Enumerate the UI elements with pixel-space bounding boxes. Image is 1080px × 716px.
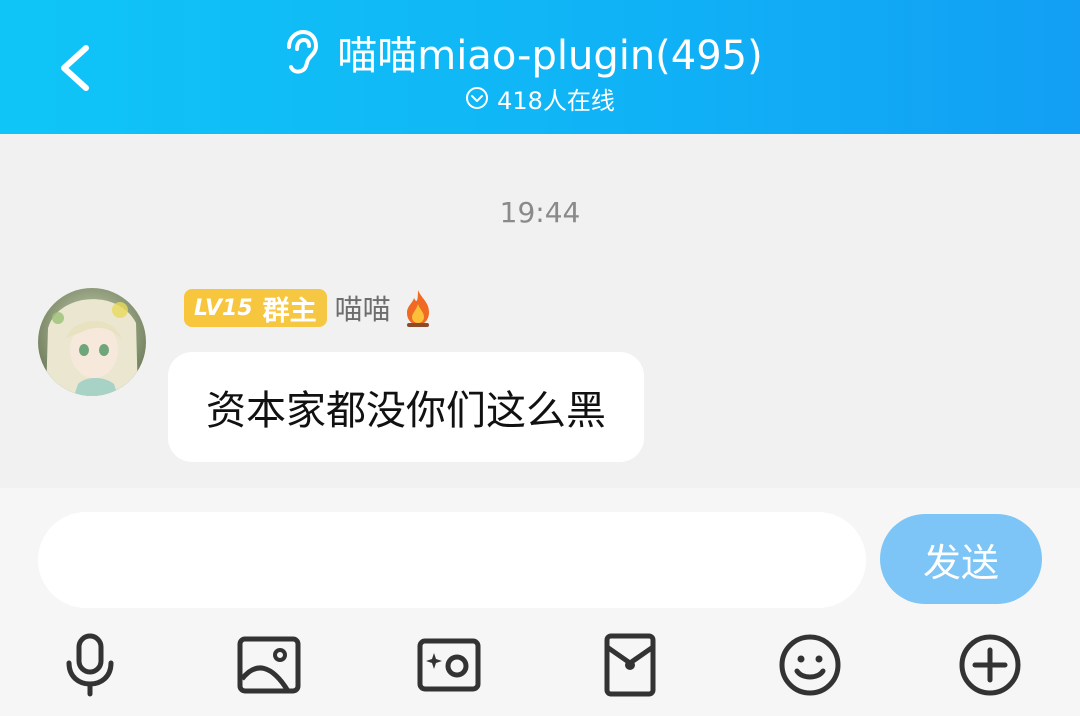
- role-badge: LV15 群主: [184, 289, 327, 327]
- check-circle-icon: [465, 86, 489, 110]
- input-toolbar: [0, 624, 1080, 704]
- microphone-icon: [66, 633, 114, 697]
- plus-icon: [959, 634, 1021, 696]
- badge-level: LV15: [194, 295, 253, 321]
- image-button[interactable]: [234, 630, 304, 700]
- red-packet-button[interactable]: [595, 630, 665, 700]
- message-input[interactable]: [38, 512, 866, 608]
- input-bar: 发送: [0, 488, 1080, 716]
- chat-header: 喵喵miao-plugin(495) 418人在线: [0, 0, 1080, 134]
- online-count: 418人在线: [497, 86, 615, 115]
- message-bubble[interactable]: 资本家都没你们这么黑: [168, 352, 644, 462]
- image-icon: [237, 636, 301, 694]
- message-text: 资本家都没你们这么黑: [206, 388, 606, 434]
- camera-icon: [417, 638, 481, 692]
- badge-role: 群主: [262, 295, 317, 327]
- avatar[interactable]: [38, 288, 146, 396]
- message-list[interactable]: 19:44 LV15 群主 喵喵 资本家都没你们这么黑: [0, 134, 1080, 488]
- title-row: 喵喵miao-plugin(495): [0, 22, 1080, 82]
- send-button[interactable]: 发送: [880, 514, 1042, 604]
- online-status[interactable]: 418人在线: [0, 80, 1080, 116]
- camera-button[interactable]: [414, 630, 484, 700]
- fire-icon: [401, 288, 435, 328]
- group-title[interactable]: 喵喵miao-plugin(495): [337, 23, 763, 81]
- message-header: LV15 群主 喵喵: [184, 288, 435, 328]
- emoji-icon: [779, 634, 841, 696]
- red-packet-icon: [604, 633, 656, 697]
- chat-screen: 喵喵miao-plugin(495) 418人在线 19:44 LV15 群主 …: [0, 0, 1080, 716]
- ear-icon: [279, 29, 319, 75]
- emoji-button[interactable]: [775, 630, 845, 700]
- message-timestamp: 19:44: [499, 196, 581, 229]
- sender-name[interactable]: 喵喵: [335, 288, 391, 328]
- more-button[interactable]: [955, 630, 1025, 700]
- voice-button[interactable]: [55, 630, 125, 700]
